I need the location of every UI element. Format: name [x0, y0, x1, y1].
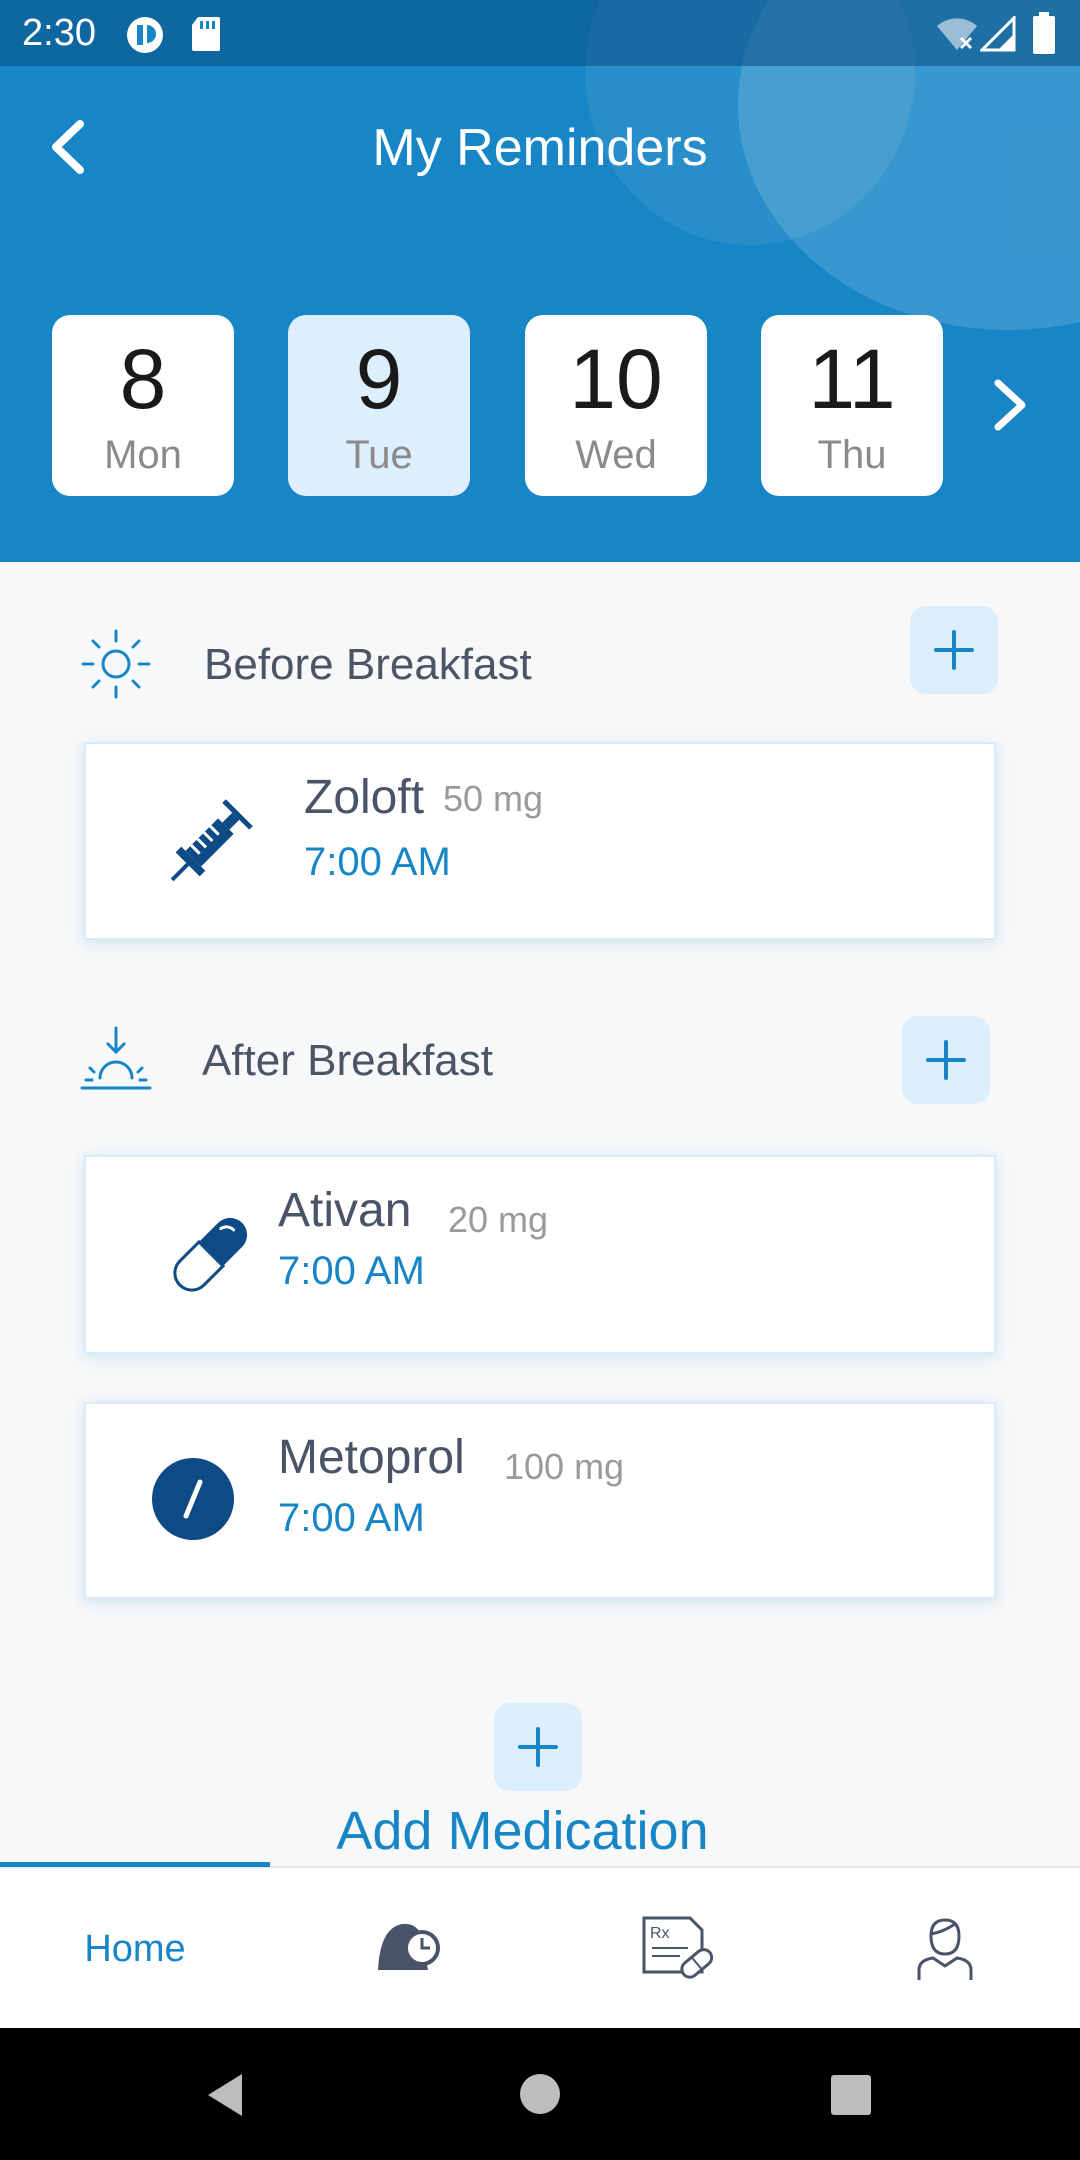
day-card-thu[interactable]: 11 Thu [761, 315, 943, 496]
status-time: 2:30 [22, 12, 96, 54]
day-name: Tue [345, 433, 413, 477]
sun-icon [81, 629, 151, 699]
day-card-mon[interactable]: 8 Mon [52, 315, 234, 496]
nav-reminders[interactable] [270, 1868, 540, 2030]
system-recents-icon[interactable] [830, 2074, 872, 2116]
section-title-after-breakfast: After Breakfast [202, 1036, 494, 1085]
wifi-icon [937, 18, 977, 50]
tablet-icon [152, 1458, 234, 1540]
nav-home[interactable]: Home [0, 1868, 270, 2030]
day-number: 8 [119, 332, 167, 426]
plus-icon [934, 630, 974, 670]
system-nav-bar [0, 2028, 1080, 2160]
signal-icon [980, 16, 1016, 52]
section-title-before-breakfast: Before Breakfast [204, 640, 532, 689]
nav-prescriptions[interactable]: Rx [540, 1868, 810, 2030]
syringe-icon [170, 799, 253, 882]
med-card-zoloft[interactable]: Zoloft 50 mg 7:00 AM [84, 742, 996, 940]
day-name: Thu [817, 433, 887, 477]
sunrise-icon [80, 1026, 152, 1090]
med-name: Ativan [278, 1184, 412, 1237]
prescription-icon: Rx [642, 1916, 714, 1979]
svg-text:Rx: Rx [650, 1925, 670, 1942]
bottom-nav: Home Rx [0, 1862, 1080, 2030]
med-dose: 100 mg [504, 1446, 625, 1487]
add-medication-label[interactable]: Add Medication [0, 1800, 1045, 1862]
day-number: 11 [808, 332, 896, 426]
add-medication-button[interactable] [494, 1703, 582, 1791]
day-number: 9 [355, 332, 403, 426]
med-dose: 20 mg [448, 1199, 549, 1240]
med-name: Zoloft [304, 771, 425, 824]
day-name: Mon [104, 433, 182, 477]
day-name: Wed [575, 433, 657, 477]
nav-profile[interactable] [810, 1868, 1080, 2030]
day-number: 10 [569, 332, 663, 426]
system-home-icon[interactable] [518, 2072, 562, 2116]
next-days-chevron-icon[interactable] [984, 375, 1034, 435]
app-notification-icon [127, 17, 163, 53]
day-card-tue[interactable]: 9 Tue [288, 315, 470, 496]
battery-icon [1033, 12, 1055, 54]
med-name: Metoprol [278, 1431, 465, 1484]
header: 2:30 My Reminders 8 Mon 9 Tue 10 Wed 11 … [0, 0, 1080, 562]
profile-icon [917, 1918, 973, 1980]
system-back-icon[interactable] [202, 2070, 246, 2120]
status-bar: 2:30 [0, 0, 1080, 66]
day-card-wed[interactable]: 10 Wed [525, 315, 707, 496]
med-time: 7:00 AM [278, 1249, 425, 1293]
add-after-breakfast-button[interactable] [902, 1016, 990, 1104]
nav-active-indicator [0, 1862, 270, 1867]
plus-icon [518, 1727, 558, 1767]
med-card-ativan[interactable]: Ativan 20 mg 7:00 AM [84, 1155, 996, 1354]
reminders-alarm-icon [378, 1923, 440, 1970]
med-dose: 50 mg [443, 778, 544, 819]
add-before-breakfast-button[interactable] [910, 606, 998, 694]
plus-icon [926, 1040, 966, 1080]
nav-home-label: Home [84, 1928, 186, 1970]
med-card-metoprol[interactable]: Metoprol 100 mg 7:00 AM [84, 1402, 996, 1599]
med-time: 7:00 AM [304, 840, 451, 884]
med-time: 7:00 AM [278, 1496, 425, 1540]
sd-card-icon [192, 17, 220, 51]
capsule-icon [173, 1217, 248, 1292]
page-title: My Reminders [372, 119, 708, 177]
